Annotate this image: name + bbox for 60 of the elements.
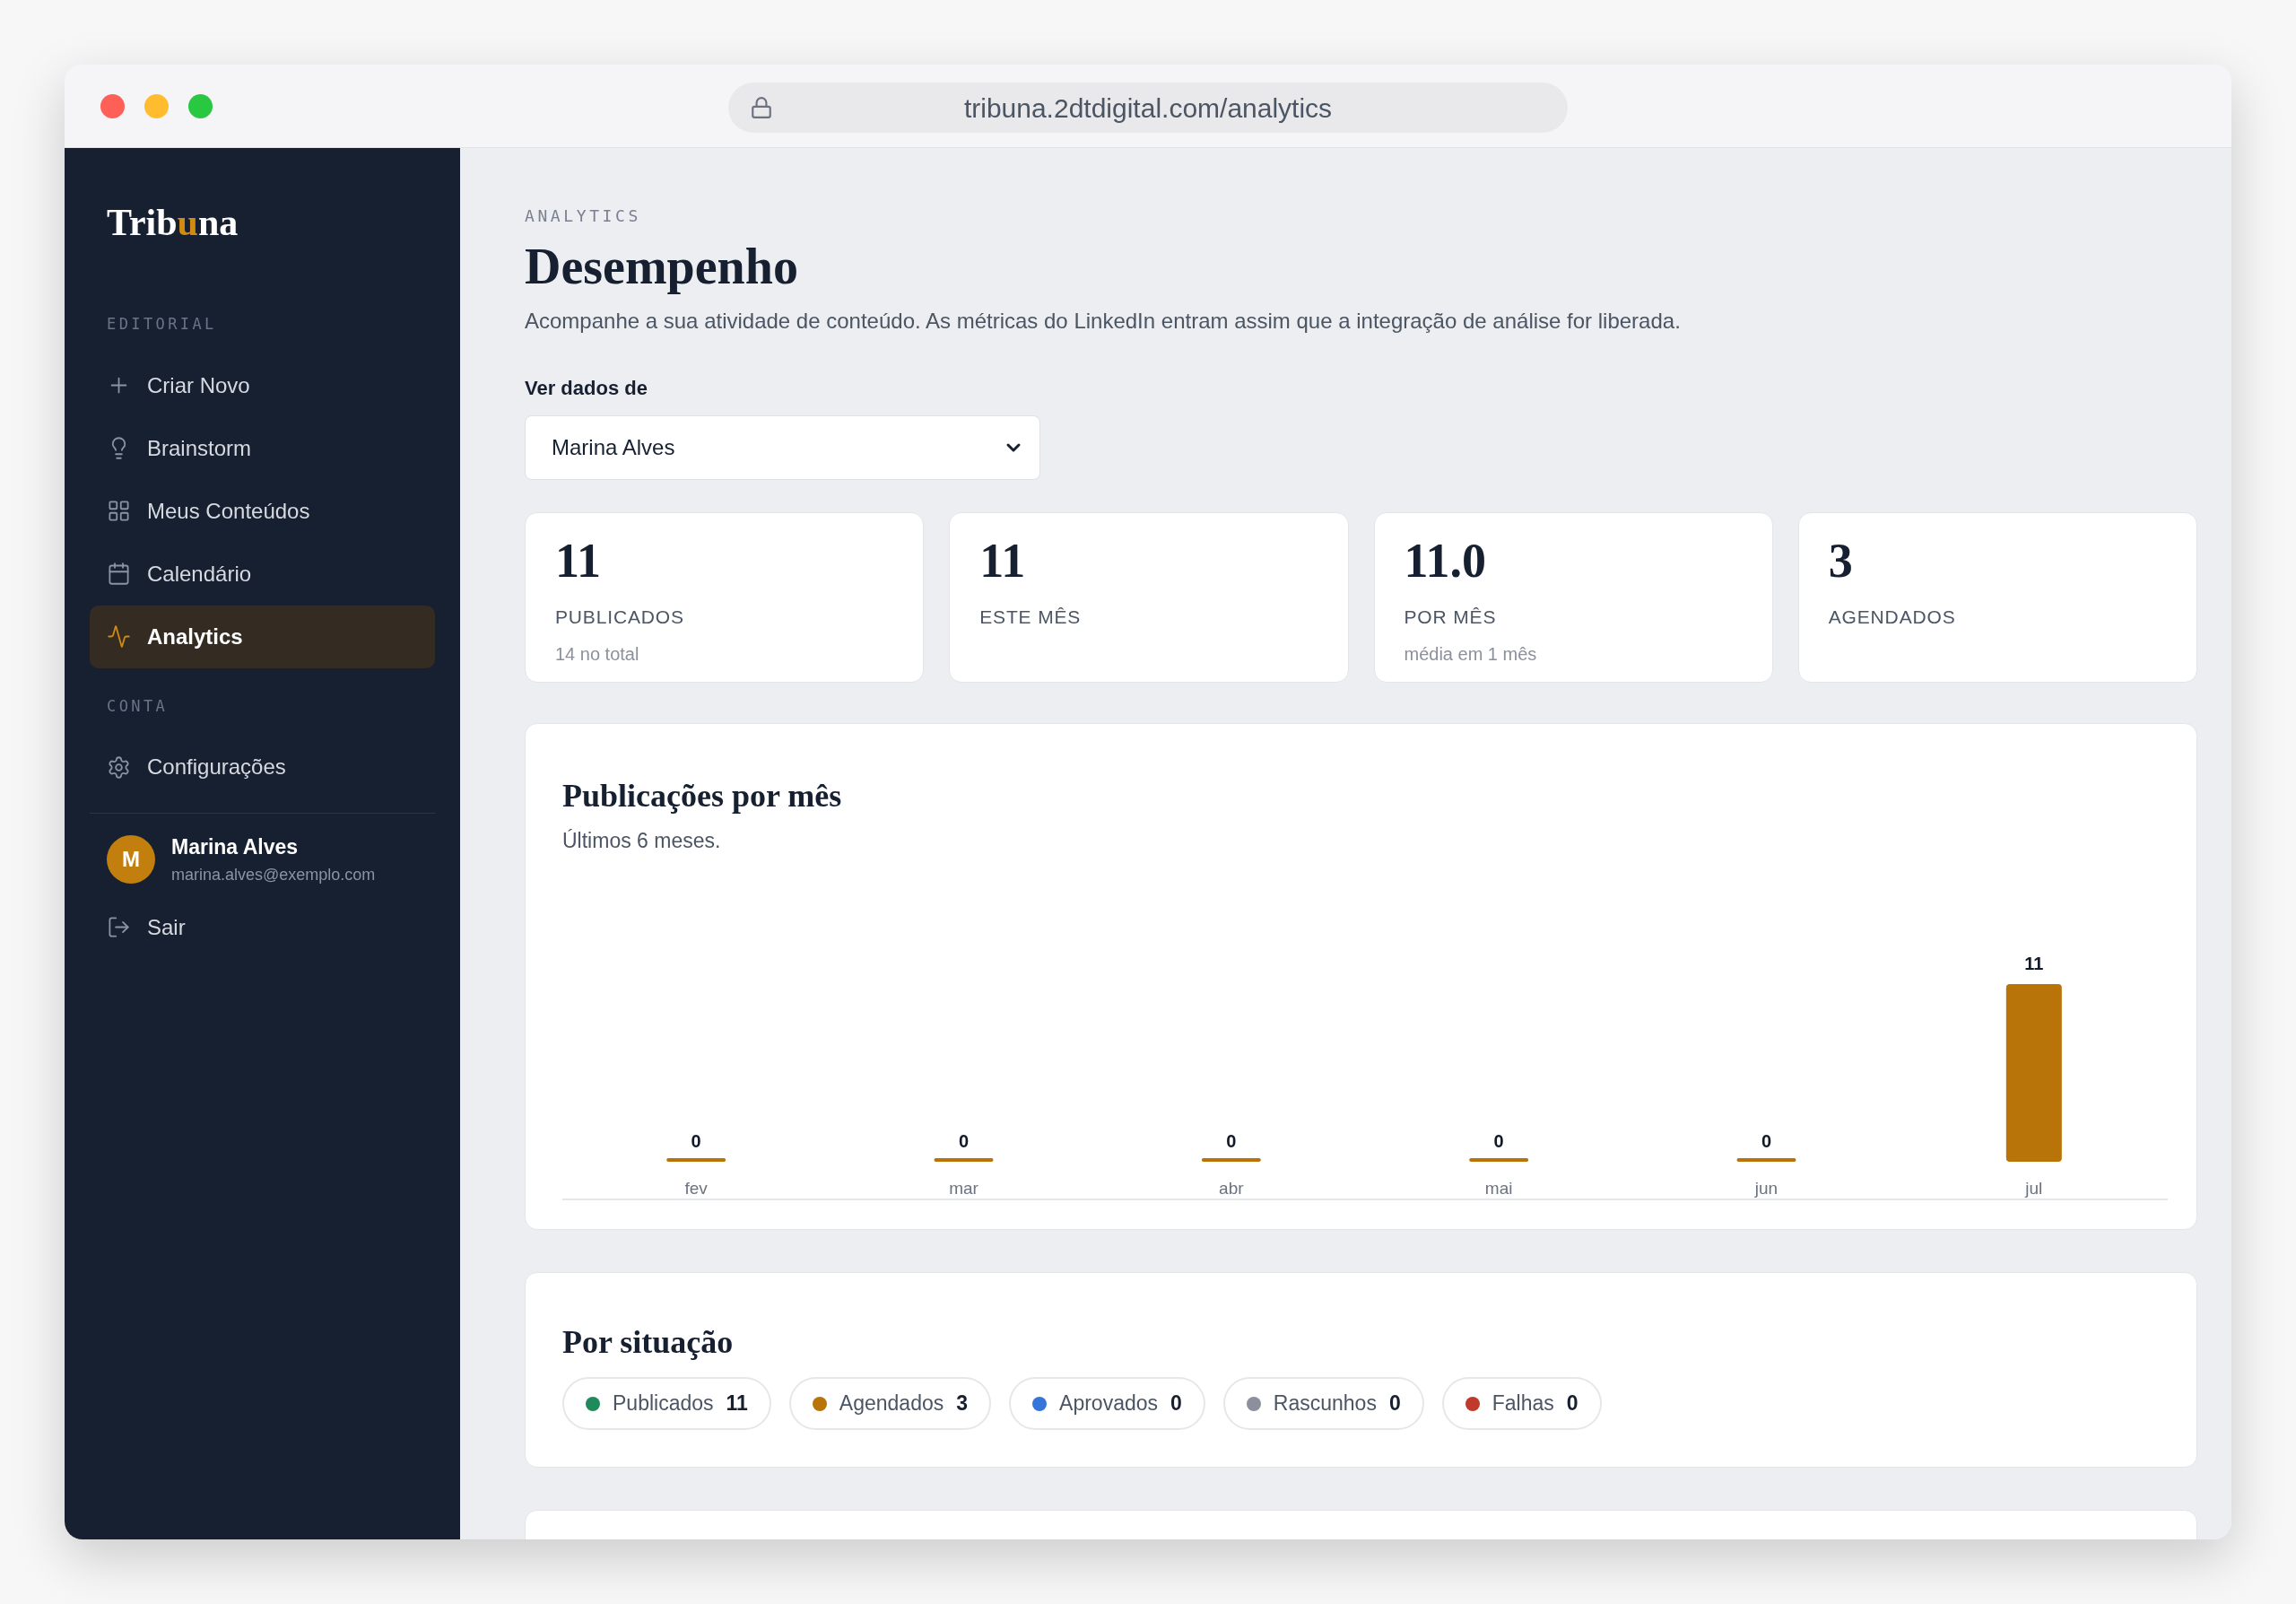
status-pill: Falhas 0 — [1441, 1377, 1602, 1430]
bar-value: 0 — [1761, 1130, 1772, 1151]
zero-marker — [934, 1157, 994, 1162]
chart-subtitle: Últimos 6 meses. — [562, 828, 722, 854]
bar-value: 0 — [691, 1130, 701, 1151]
user-name: Marina Alves — [171, 834, 300, 860]
grid-icon — [107, 499, 131, 523]
stat-note: 14 no total — [555, 642, 640, 666]
calendar-icon — [107, 562, 131, 586]
status-pill: Agendados 3 — [788, 1377, 992, 1430]
user-email: marina.alves@exemplo.com — [171, 864, 376, 885]
address-bar[interactable]: tribuna.2dtdigital.com/analytics — [728, 83, 1568, 133]
nav-item[interactable]: Configurações — [90, 736, 435, 798]
nav-item[interactable]: Analytics — [90, 605, 435, 668]
section-label: CONTA — [107, 695, 170, 717]
status-title: Por situação — [562, 1323, 735, 1362]
stat-label: ESTE MÊS — [979, 606, 1083, 629]
eyebrow: ANALYTICS — [525, 205, 642, 227]
zero-marker — [1469, 1157, 1529, 1162]
gear-icon — [107, 754, 131, 780]
nav-item[interactable]: Brainstorm — [90, 416, 435, 480]
section-label: EDITORIAL — [107, 314, 218, 335]
nav-item[interactable]: Calendário — [90, 542, 435, 606]
bar-value: 11 — [2024, 953, 2044, 973]
bar-value: 0 — [1493, 1130, 1504, 1151]
month-label: mar — [949, 1178, 978, 1198]
month-label: jul — [2025, 1178, 2043, 1198]
status-pill: Rascunhos 0 — [1222, 1377, 1424, 1430]
nav-item[interactable]: Meus Conteúdos — [90, 479, 435, 543]
avatar: M — [107, 834, 155, 884]
status-pill: Aprovados 0 — [1009, 1377, 1205, 1430]
stat-note: média em 1 mês — [1404, 642, 1538, 666]
nav-item[interactable]: Criar Novo — [90, 353, 435, 417]
logo: Tribuna — [107, 204, 239, 241]
stat-label: PUBLICADOS — [555, 606, 685, 629]
logout-item[interactable]: Sair — [90, 895, 435, 959]
lock-icon — [750, 96, 773, 119]
bar-value: 0 — [1226, 1130, 1237, 1151]
user-select[interactable]: Marina Alves — [525, 415, 1040, 480]
bar-value: 0 — [958, 1130, 970, 1151]
logout-icon — [107, 915, 131, 939]
chart-title: Publicações por mês — [562, 777, 843, 815]
month-label: fev — [684, 1178, 708, 1198]
month-label: abr — [1219, 1178, 1244, 1198]
stat-label: AGENDADOS — [1828, 606, 1957, 629]
status-pill: Publicados 11 — [562, 1377, 771, 1430]
stat-value: 3 — [1828, 536, 1854, 585]
filter-label: Ver dados de — [525, 376, 648, 401]
page-title: Desempenho — [525, 238, 799, 296]
zero-marker — [1736, 1157, 1796, 1162]
stat-value: 11.0 — [1404, 536, 1488, 585]
pulse-icon — [107, 624, 131, 649]
month-label: mai — [1484, 1178, 1513, 1198]
stat-value: 11 — [979, 536, 1027, 585]
stat-value: 11 — [555, 536, 603, 585]
month-label: jun — [1754, 1178, 1779, 1198]
zero-marker — [1201, 1157, 1261, 1162]
page-description: Acompanhe a sua atividade de conteúdo. As métricas do LinkedIn entram assim que a integração de análise for liberada. — [525, 308, 1682, 335]
zero-marker — [666, 1157, 726, 1162]
stat-label: POR MÊS — [1404, 606, 1498, 629]
